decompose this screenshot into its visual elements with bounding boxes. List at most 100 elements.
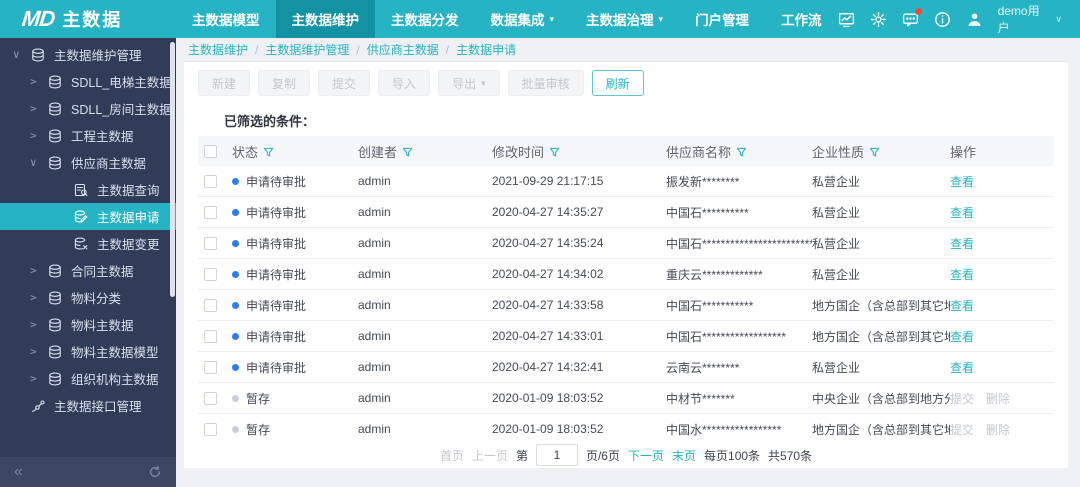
table-row[interactable]: 申请待审批 admin 2020-04-27 14:33:58 中国石*****…: [198, 290, 1054, 321]
toolbar-button[interactable]: 新建 ▾: [198, 70, 251, 96]
sidebar-item[interactable]: 合同主数据: [0, 257, 176, 284]
column-header[interactable]: 创建者: [358, 142, 492, 161]
message-icon[interactable]: [902, 7, 922, 28]
row-action-link[interactable]: 提交: [950, 423, 974, 437]
row-checkbox[interactable]: [204, 329, 217, 343]
sidebar-item[interactable]: 主数据维护管理: [0, 41, 176, 68]
table-row[interactable]: 暂存 admin 2020-01-09 18:03:52 中国水********…: [198, 414, 1054, 440]
top-nav-item[interactable]: 数据集成 ▾: [475, 0, 571, 38]
column-header[interactable]: 企业性质: [812, 142, 950, 161]
table-row[interactable]: 申请待审批 admin 2020-04-27 14:35:27 中国石*****…: [198, 197, 1054, 228]
monitor-chart-icon[interactable]: [838, 11, 855, 28]
row-action-link[interactable]: 提交: [950, 392, 974, 406]
breadcrumb-item[interactable]: 主数据维护管理: [265, 41, 366, 58]
select-all-checkbox[interactable]: [204, 144, 217, 158]
row-action-link[interactable]: 查看: [950, 299, 974, 313]
row-action-link[interactable]: 查看: [950, 206, 974, 220]
tree-expander-icon[interactable]: [30, 345, 47, 358]
modified-time-cell: 2020-04-27 14:34:02: [492, 267, 604, 281]
status-text: 申请待审批: [246, 174, 307, 189]
top-nav-item[interactable]: 主数据分发 ▾: [375, 0, 475, 38]
next-page-link[interactable]: 下一页: [628, 447, 664, 464]
row-checkbox[interactable]: [204, 174, 217, 188]
info-icon[interactable]: [934, 11, 951, 28]
top-nav-item[interactable]: 主数据维护 ▾: [275, 0, 375, 38]
filter-funnel-icon[interactable]: [263, 146, 274, 157]
row-action-link[interactable]: 查看: [950, 361, 974, 375]
table-row[interactable]: 申请待审批 admin 2020-04-27 14:32:41 云南云*****…: [198, 352, 1054, 383]
page-number-input[interactable]: [535, 444, 578, 466]
top-nav-item[interactable]: 门户管理 ▾: [679, 0, 765, 38]
top-nav-item[interactable]: 工作流 ▾: [765, 0, 838, 38]
table-row[interactable]: 申请待审批 admin 2021-09-29 21:17:15 振发新*****…: [198, 166, 1054, 197]
tree-expander-icon[interactable]: [30, 318, 47, 331]
sidebar-item[interactable]: 主数据查询: [0, 176, 176, 203]
row-checkbox[interactable]: [204, 298, 217, 312]
row-checkbox[interactable]: [204, 360, 217, 374]
tree-expander-icon[interactable]: [30, 264, 47, 277]
last-page-link[interactable]: 末页: [672, 447, 696, 464]
tree-expander-icon[interactable]: [30, 102, 47, 115]
row-action-link[interactable]: 查看: [950, 175, 974, 189]
sidebar-scrollbar[interactable]: [170, 42, 175, 297]
filter-funnel-icon[interactable]: [736, 146, 747, 157]
sidebar-item[interactable]: SDLL_房间主数据: [0, 95, 176, 122]
tree-expander-icon[interactable]: [30, 129, 47, 142]
row-checkbox[interactable]: [204, 422, 217, 436]
user-menu[interactable]: demo用户 ∨: [998, 2, 1062, 36]
row-checkbox[interactable]: [204, 205, 217, 219]
tree-expander-icon[interactable]: [30, 75, 47, 88]
filter-funnel-icon[interactable]: [869, 146, 880, 157]
tree-expander-icon[interactable]: [13, 48, 30, 61]
tree-expander-icon[interactable]: [30, 156, 47, 169]
breadcrumb-item[interactable]: 主数据维护: [188, 41, 265, 58]
row-checkbox[interactable]: [204, 267, 217, 281]
sidebar-item[interactable]: 主数据接口管理: [0, 392, 176, 419]
column-header[interactable]: 修改时间: [492, 142, 666, 161]
collapse-sidebar-icon[interactable]: «: [14, 463, 23, 481]
sidebar-item[interactable]: 物料主数据模型: [0, 338, 176, 365]
sidebar-item[interactable]: 主数据变更: [0, 230, 176, 257]
top-nav: 主数据模型 ▾ 主数据维护 ▾ 主数据分发 ▾ 数据集成 ▾ 主数据治理 ▾ 门…: [176, 0, 838, 38]
refresh-tree-icon[interactable]: [148, 465, 162, 479]
sidebar-item[interactable]: 组织机构主数据: [0, 365, 176, 392]
row-action-link[interactable]: 查看: [950, 330, 974, 344]
toolbar-button[interactable]: 导入 ▾: [378, 70, 431, 96]
toolbar-button[interactable]: 批量审核 ▾: [507, 70, 584, 96]
table-row[interactable]: 申请待审批 admin 2020-04-27 14:33:01 中国石*****…: [198, 321, 1054, 352]
enterprise-nature-cell: 私营企业: [812, 205, 861, 220]
tree-expander-icon[interactable]: [30, 291, 47, 304]
row-action-link[interactable]: 查看: [950, 237, 974, 251]
sidebar-item[interactable]: 主数据申请: [0, 203, 176, 230]
row-action-link[interactable]: 删除: [986, 423, 1010, 437]
toolbar-button[interactable]: 复制 ▾: [258, 70, 311, 96]
sidebar-item[interactable]: 工程主数据: [0, 122, 176, 149]
breadcrumb-item[interactable]: 供应商主数据: [367, 41, 456, 58]
sidebar-item[interactable]: SDLL_电梯主数据: [0, 68, 176, 95]
filter-funnel-icon[interactable]: [549, 146, 560, 157]
sidebar-item[interactable]: 物料分类: [0, 284, 176, 311]
row-action-link[interactable]: 查看: [950, 268, 974, 282]
column-header[interactable]: 状态: [232, 142, 358, 161]
table-row[interactable]: 暂存 admin 2020-01-09 18:03:52 中材节******* …: [198, 383, 1054, 414]
toolbar-button[interactable]: 刷新 ▾: [591, 70, 644, 96]
gear-icon[interactable]: [870, 11, 887, 28]
table-row[interactable]: 申请待审批 admin 2020-04-27 14:35:24 中国石*****…: [198, 228, 1054, 259]
table-row[interactable]: 申请待审批 admin 2020-04-27 14:34:02 重庆云*****…: [198, 259, 1054, 290]
row-checkbox[interactable]: [204, 391, 217, 405]
toolbar-button[interactable]: 提交 ▾: [318, 70, 371, 96]
sidebar-item[interactable]: 物料主数据: [0, 311, 176, 338]
row-checkbox[interactable]: [204, 236, 217, 250]
top-nav-item[interactable]: 主数据治理 ▾: [570, 0, 679, 38]
column-header[interactable]: 供应商名称: [666, 142, 812, 161]
top-nav-item[interactable]: 主数据模型 ▾: [176, 0, 276, 38]
filter-funnel-icon[interactable]: [402, 146, 413, 157]
breadcrumb-item[interactable]: 主数据申请: [456, 41, 516, 58]
row-action-link[interactable]: 删除: [986, 392, 1010, 406]
tree-expander-icon[interactable]: [30, 372, 47, 385]
toolbar-button[interactable]: 导出 ▾: [438, 70, 500, 96]
first-page-link[interactable]: 首页: [440, 447, 464, 464]
column-header[interactable]: 操作: [950, 142, 1048, 161]
sidebar-item[interactable]: 供应商主数据: [0, 149, 176, 176]
prev-page-link[interactable]: 上一页: [472, 447, 508, 464]
